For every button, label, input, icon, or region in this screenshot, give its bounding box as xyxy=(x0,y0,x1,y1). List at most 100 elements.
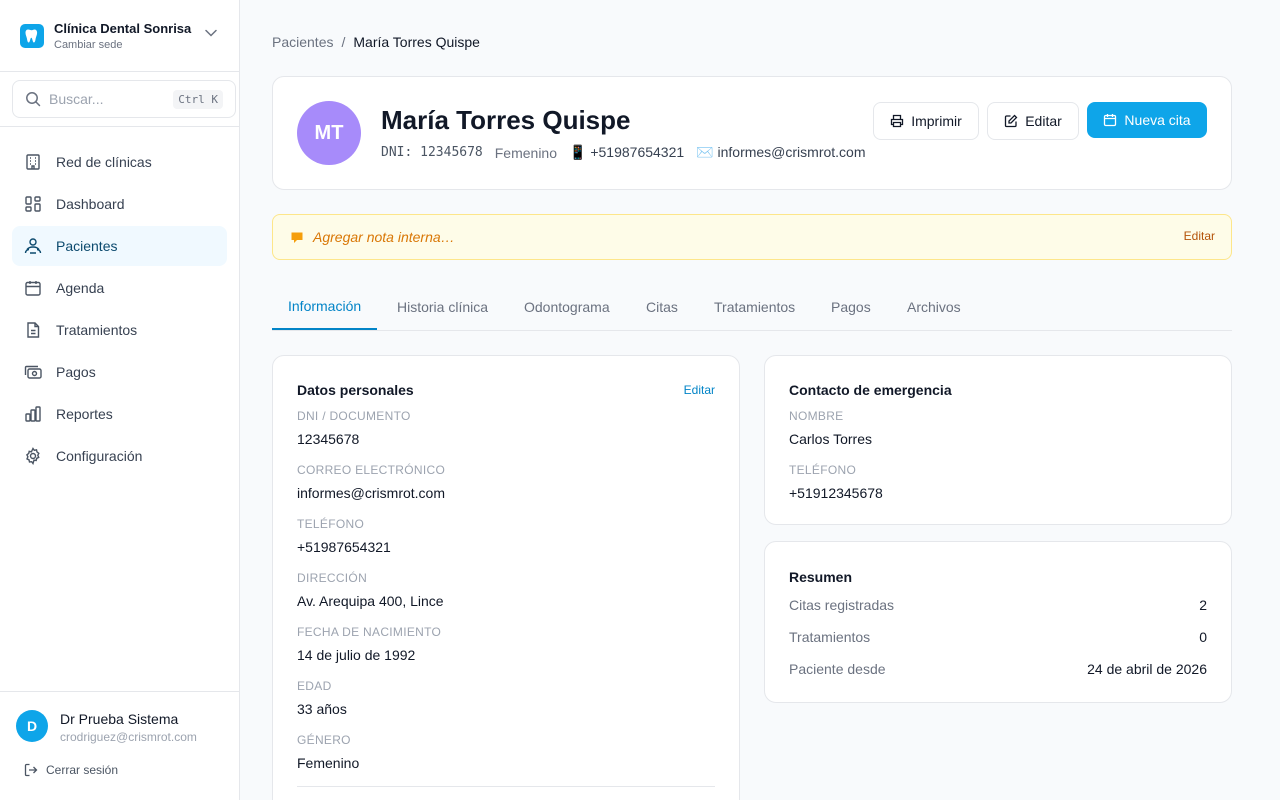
internal-note-bar[interactable]: Agregar nota interna… Editar xyxy=(272,214,1232,260)
patient-meta: DNI: 12345678 Femenino 📱 +51987654321 ✉️… xyxy=(381,144,866,161)
sidebar-item-label: Reportes xyxy=(56,406,113,422)
tab-odontograma[interactable]: Odontograma xyxy=(508,284,626,330)
field-label: Correo electrónico xyxy=(297,463,446,477)
sidebar-item-configuracion[interactable]: Configuración xyxy=(12,436,227,476)
tab-historia-clinica[interactable]: Historia clínica xyxy=(381,284,504,330)
sidebar-item-tratamientos[interactable]: Tratamientos xyxy=(12,310,227,350)
summary-card: Resumen Citas registradas 2 Tratamientos… xyxy=(764,541,1232,703)
tooth-logo-icon xyxy=(20,23,44,48)
user-panel: D Dr Prueba Sistema crodriguez@crismrot.… xyxy=(0,691,239,800)
field-value: +51987654321 xyxy=(297,539,391,555)
edit-label: Editar xyxy=(1025,113,1062,129)
card-title: Resumen xyxy=(789,569,853,585)
gear-icon xyxy=(26,447,40,465)
divider xyxy=(0,126,239,127)
search-input[interactable]: Buscar... Ctrl K xyxy=(12,80,236,118)
field-label: Género xyxy=(297,733,351,747)
tab-tratamientos[interactable]: Tratamientos xyxy=(698,284,811,330)
field-dni: DNI / Documento 12345678 xyxy=(297,409,411,447)
new-appointment-label: Nueva cita xyxy=(1124,112,1191,128)
field-value: informes@crismrot.com xyxy=(297,485,446,501)
field-gender: Género Femenino xyxy=(297,733,359,771)
card-title: Contacto de emergencia xyxy=(789,382,952,398)
field-emergency-phone: Teléfono +51912345678 xyxy=(789,463,883,501)
field-label: Teléfono xyxy=(789,463,857,477)
building-icon xyxy=(26,154,40,170)
summary-value: 2 xyxy=(1199,597,1207,613)
field-age: Edad 33 años xyxy=(297,679,347,717)
field-value: 33 años xyxy=(297,701,347,717)
summary-value: 24 de abril de 2026 xyxy=(1087,661,1207,677)
bar-chart-icon xyxy=(25,406,41,422)
logout-button[interactable]: Cerrar sesión xyxy=(24,763,118,777)
sidebar-item-label: Red de clínicas xyxy=(56,154,152,170)
summary-row-treatments: Tratamientos 0 xyxy=(789,629,1207,645)
breadcrumb-current: María Torres Quispe xyxy=(353,34,480,50)
field-phone: Teléfono +51987654321 xyxy=(297,517,391,555)
pencil-square-icon xyxy=(1005,114,1018,128)
clinic-name: Clínica Dental Sonrisa xyxy=(54,20,192,36)
sidebar-item-dashboard[interactable]: Dashboard xyxy=(12,184,227,224)
dashboard-icon xyxy=(25,196,41,212)
sidebar-item-label: Pacientes xyxy=(56,238,118,254)
new-appointment-button[interactable]: Nueva cita xyxy=(1087,102,1207,138)
field-label: Teléfono xyxy=(297,517,365,531)
search-placeholder: Buscar... xyxy=(49,91,104,107)
user-email: crodriguez@crismrot.com xyxy=(60,730,197,744)
calendar-icon xyxy=(25,281,41,296)
internal-note-placeholder: Agregar nota interna… xyxy=(313,229,455,245)
tab-pagos[interactable]: Pagos xyxy=(815,284,887,330)
field-email: Correo electrónico informes@crismrot.com xyxy=(297,463,445,501)
logout-label: Cerrar sesión xyxy=(46,763,119,777)
summary-label: Paciente desde xyxy=(789,661,886,677)
calendar-icon xyxy=(1104,114,1117,127)
sidebar-item-label: Tratamientos xyxy=(56,322,138,338)
field-value: Carlos Torres xyxy=(789,431,872,447)
sidebar-item-pacientes[interactable]: Pacientes xyxy=(12,226,227,266)
patient-phone: 📱 +51987654321 xyxy=(569,144,685,160)
field-value: +51912345678 xyxy=(789,485,883,501)
sidebar-item-label: Dashboard xyxy=(56,196,125,212)
sidebar-item-pagos[interactable]: Pagos xyxy=(12,352,227,392)
patient-tabs: Información Historia clínica Odontograma… xyxy=(272,284,1232,331)
payments-icon xyxy=(24,365,42,379)
field-value: Femenino xyxy=(297,755,360,771)
chevron-down-icon xyxy=(205,29,217,37)
sidebar-nav: Red de clínicas Dashboard Pacientes Agen… xyxy=(12,142,227,478)
printer-icon xyxy=(891,114,904,128)
field-label: Nombre xyxy=(789,409,844,423)
sidebar-item-reportes[interactable]: Reportes xyxy=(12,394,227,434)
logout-icon xyxy=(24,763,38,777)
print-label: Imprimir xyxy=(911,113,962,129)
personal-data-card: Datos personales Editar DNI / Documento … xyxy=(272,355,740,800)
clinic-switch-label: Cambiar sede xyxy=(54,38,123,51)
emergency-contact-card: Contacto de emergencia Nombre Carlos Tor… xyxy=(764,355,1232,525)
sidebar-item-agenda[interactable]: Agenda xyxy=(12,268,227,308)
field-label: DNI / Documento xyxy=(297,409,411,423)
sidebar: Clínica Dental Sonrisa Cambiar sede Busc… xyxy=(0,0,240,800)
print-button[interactable]: Imprimir xyxy=(873,102,979,140)
sidebar-item-label: Agenda xyxy=(56,280,105,296)
field-emergency-name: Nombre Carlos Torres xyxy=(789,409,872,447)
summary-label: Tratamientos xyxy=(789,629,871,645)
field-birthdate: Fecha de nacimiento 14 de julio de 1992 xyxy=(297,625,441,663)
patient-gender: Femenino xyxy=(494,144,558,161)
page-title: María Torres Quispe xyxy=(381,105,631,135)
avatar[interactable]: D xyxy=(16,710,48,742)
patients-icon xyxy=(24,238,42,254)
note-edit-button[interactable]: Editar xyxy=(1184,229,1215,243)
personal-edit-button[interactable]: Editar xyxy=(684,383,715,397)
sidebar-item-red-de-clinicas[interactable]: Red de clínicas xyxy=(12,142,227,182)
field-value: 12345678 xyxy=(297,431,360,447)
edit-button[interactable]: Editar xyxy=(987,102,1079,140)
search-shortcut: Ctrl K xyxy=(173,89,223,109)
field-label: Fecha de nacimiento xyxy=(297,625,442,639)
breadcrumb-patients-link[interactable]: Pacientes xyxy=(272,34,333,50)
divider xyxy=(297,786,715,787)
tab-citas[interactable]: Citas xyxy=(630,284,694,330)
field-label: Dirección xyxy=(297,571,368,585)
tab-archivos[interactable]: Archivos xyxy=(891,284,977,330)
clinic-switcher[interactable]: Clínica Dental Sonrisa Cambiar sede xyxy=(0,0,239,72)
tab-informacion[interactable]: Información xyxy=(272,284,377,330)
breadcrumb-separator: / xyxy=(341,34,346,50)
